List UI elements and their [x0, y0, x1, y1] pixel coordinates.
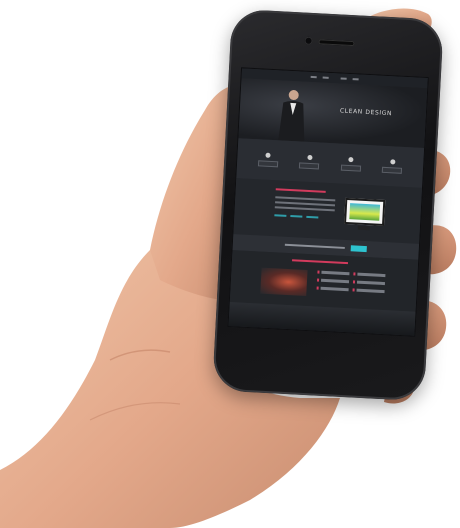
section-heading	[275, 188, 326, 193]
nav-item[interactable]	[310, 76, 317, 78]
about-section	[233, 178, 423, 244]
nav-item[interactable]	[352, 78, 359, 81]
feature-item[interactable]	[257, 152, 279, 168]
earpiece-speaker	[318, 39, 355, 47]
list-item[interactable]	[320, 278, 350, 284]
section-text	[274, 196, 336, 214]
services-section	[229, 250, 419, 312]
list-item[interactable]	[321, 270, 350, 276]
nav-item[interactable]	[322, 76, 329, 79]
list-item[interactable]	[320, 286, 349, 292]
phone-screen: CLEAN DESIGN	[227, 67, 429, 337]
feature-box	[257, 160, 278, 168]
feature-item[interactable]	[340, 157, 362, 172]
list-item[interactable]	[357, 272, 386, 278]
services-list	[320, 270, 386, 294]
smartphone: CLEAN DESIGN	[212, 8, 444, 402]
list-item[interactable]	[356, 288, 385, 294]
cta-text	[284, 243, 345, 249]
feature-item[interactable]	[382, 159, 403, 174]
feature-icon	[348, 157, 354, 163]
feature-box	[340, 164, 361, 172]
feature-box	[299, 162, 320, 170]
nav-item[interactable]	[340, 77, 347, 80]
hero-man-figure	[278, 90, 305, 142]
hero-title: CLEAN DESIGN	[339, 107, 393, 118]
feature-icon	[265, 152, 271, 158]
feature-icon	[389, 159, 396, 165]
feature-icon	[307, 154, 313, 161]
section-heading	[292, 259, 349, 265]
scene: CLEAN DESIGN	[0, 0, 460, 528]
monitor-stand	[357, 225, 370, 231]
feature-box	[382, 166, 403, 174]
monitor-image	[344, 197, 386, 226]
feature-item[interactable]	[299, 154, 320, 170]
hero-banner: CLEAN DESIGN	[238, 78, 428, 148]
cta-button[interactable]	[350, 245, 367, 253]
list-item[interactable]	[356, 280, 386, 286]
front-camera-icon	[304, 36, 313, 45]
stats-row	[273, 214, 319, 227]
services-image	[260, 267, 308, 296]
